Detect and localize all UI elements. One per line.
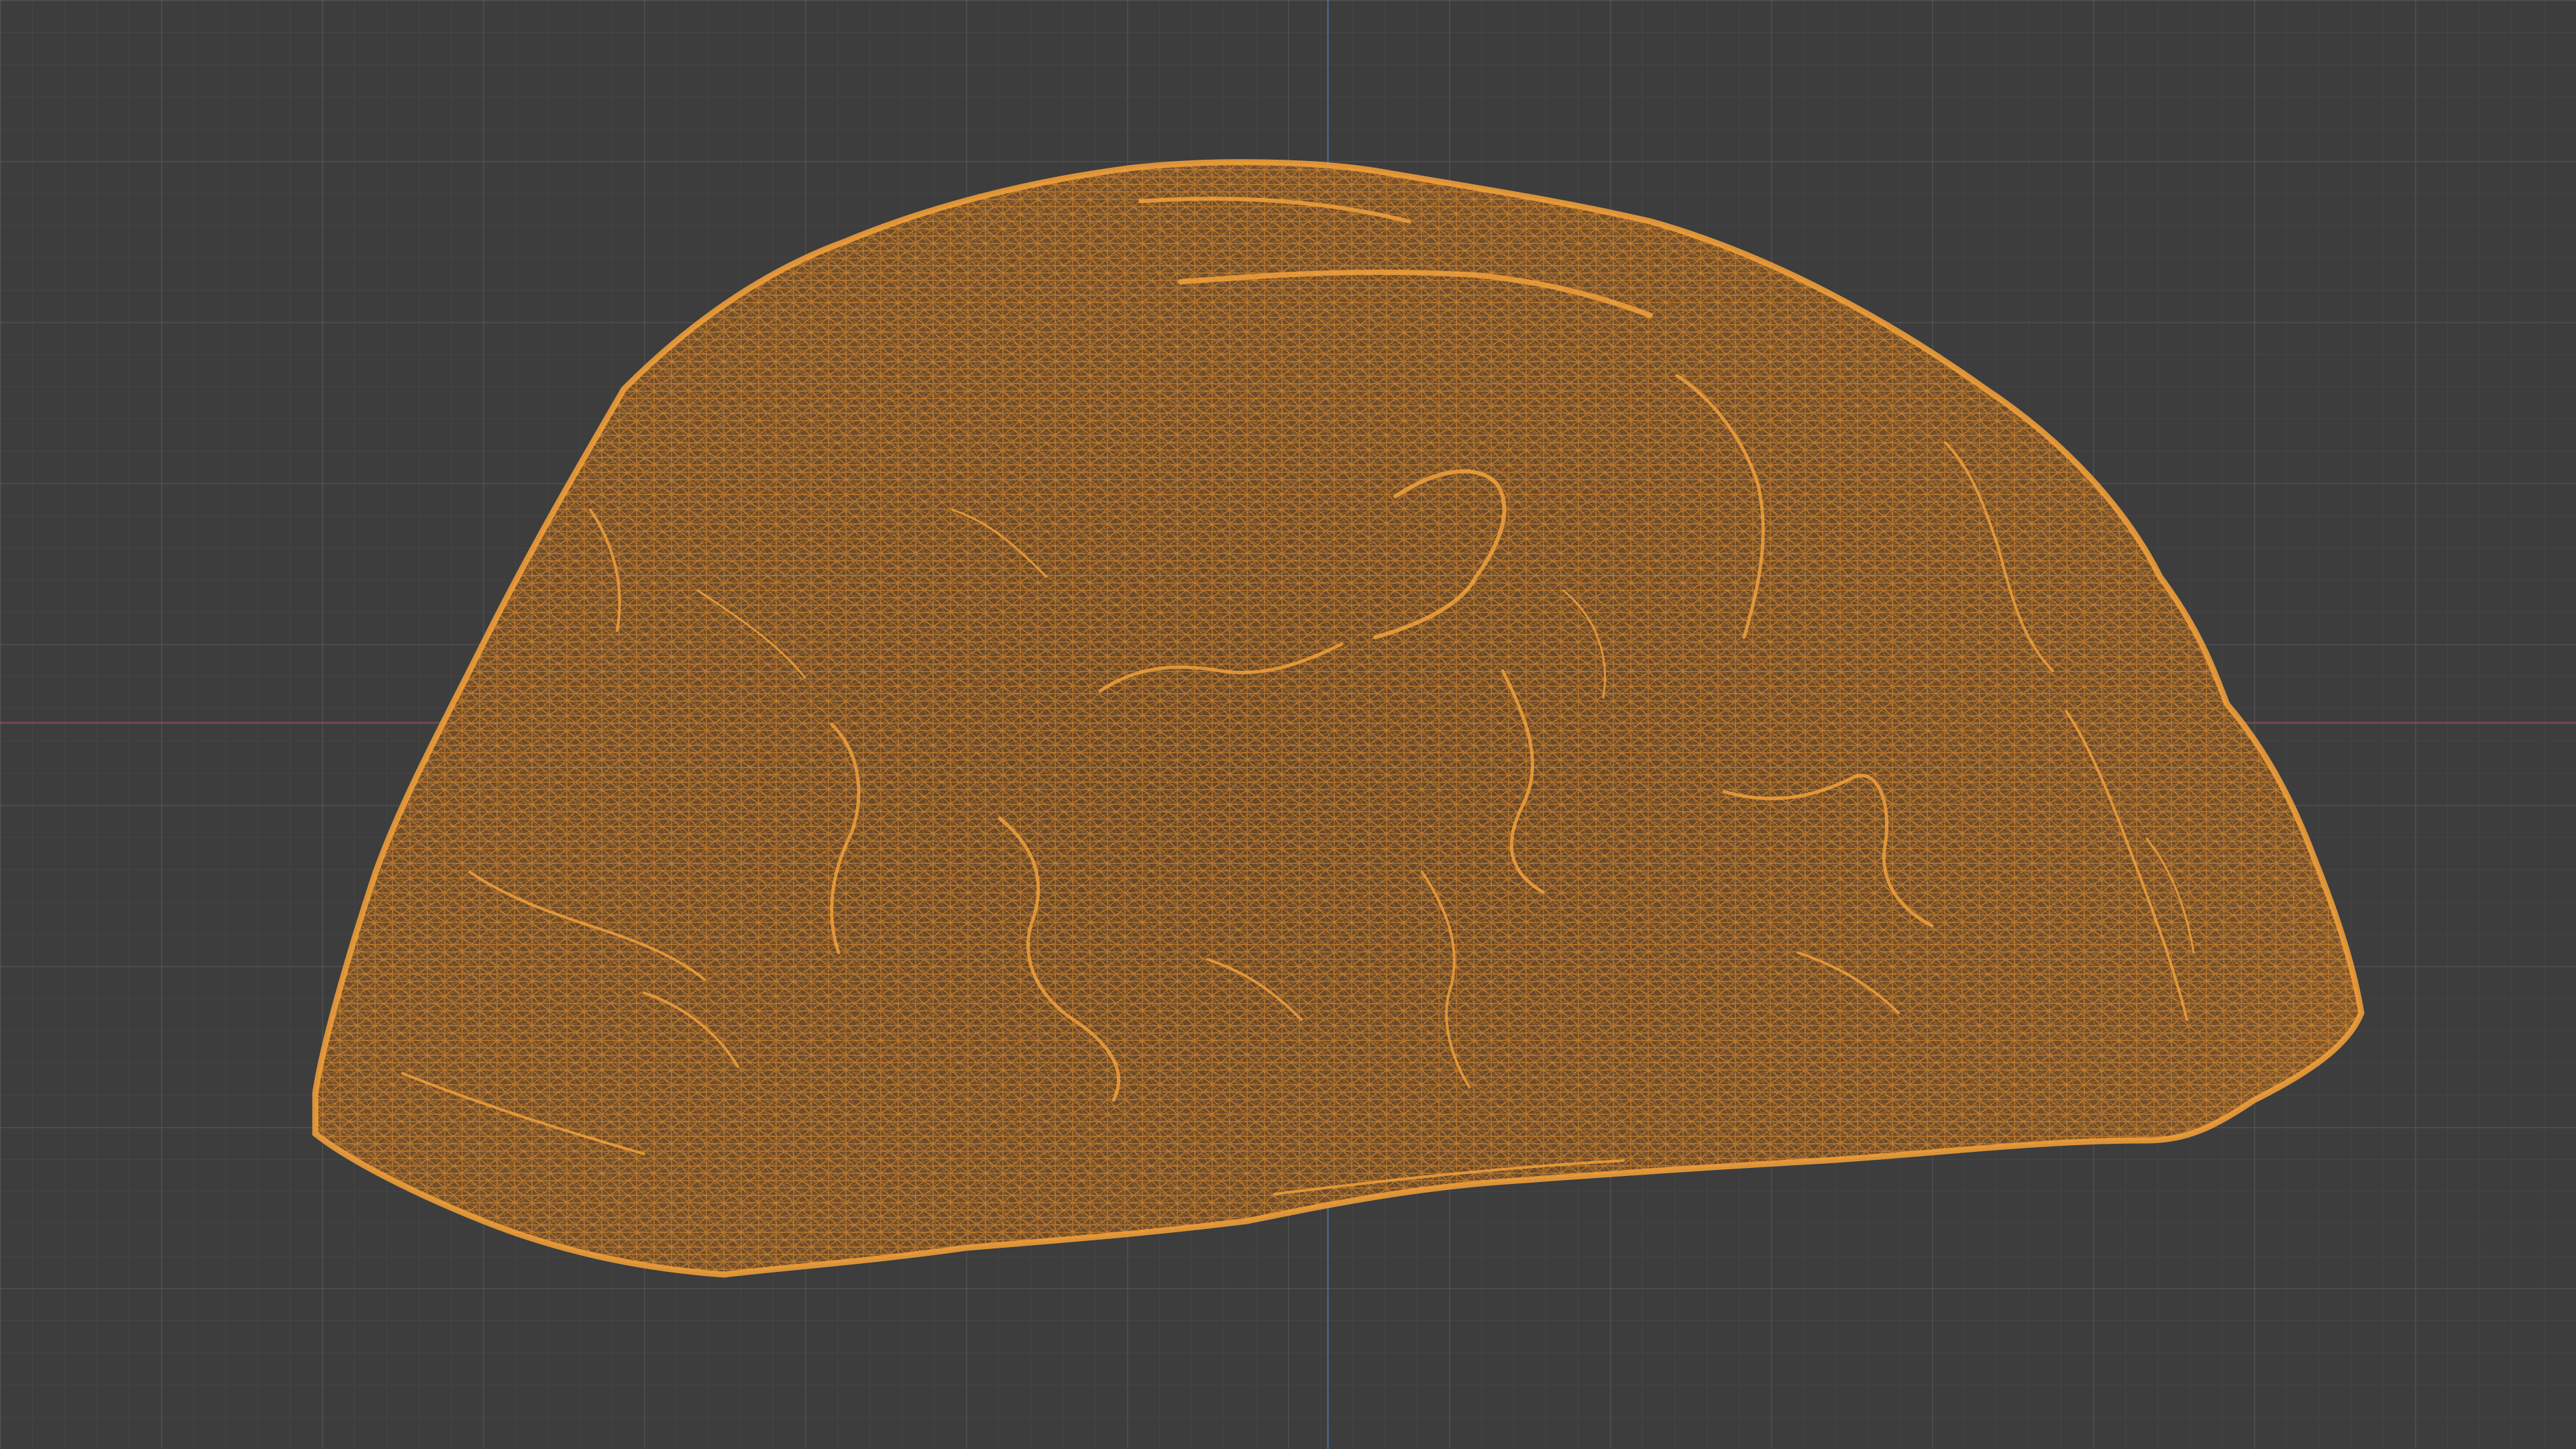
- wireframe-rock-mesh[interactable]: [0, 0, 2576, 1449]
- 3d-viewport[interactable]: [0, 0, 2576, 1449]
